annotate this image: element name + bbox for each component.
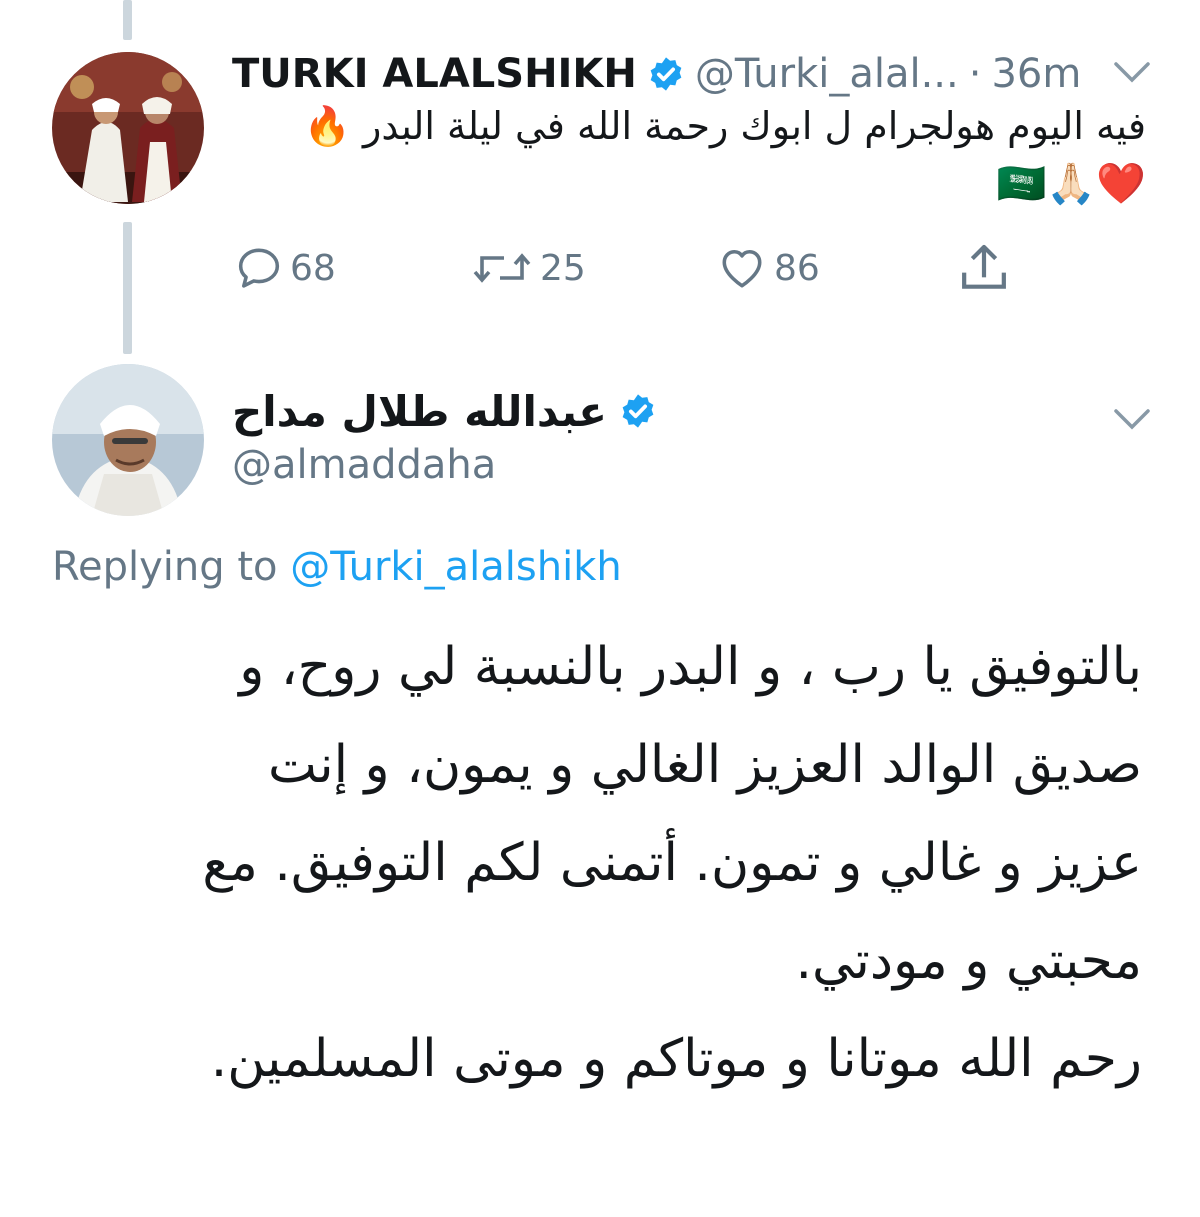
reply-text: بالتوفيق يا رب ، و البدر بالنسبة لي روح،… [92, 618, 1142, 1108]
chevron-down-icon[interactable] [1112, 405, 1152, 437]
reply-count: 68 [290, 247, 336, 289]
reply-author-handle[interactable]: @almaddaha [232, 442, 496, 488]
header-separator: · [968, 51, 982, 97]
replying-to: Replying to @Turki_alalshikh [52, 544, 622, 590]
share-action[interactable] [956, 240, 1018, 296]
verified-badge-icon [647, 55, 685, 93]
avatar-image [52, 52, 204, 204]
tweet-text: فيه اليوم هولجرام ل ابوك رحمة الله في لي… [303, 104, 1146, 148]
reply-author-row: عبدالله طلال مداح [232, 382, 657, 440]
retweet-action[interactable]: 25 [470, 240, 586, 296]
reply-text-line: عزيز و غالي و تمون. أتمنى لكم التوفيق. م… [202, 833, 1142, 893]
reply-text-line: رحم الله موتانا و موتاكم و موتى المسلمين… [210, 1029, 1142, 1089]
thread-line-top [123, 0, 132, 40]
reply-text-line: محبتي و مودتي. [795, 931, 1142, 991]
like-count: 86 [774, 247, 820, 289]
thread-line-middle [123, 222, 132, 354]
verified-badge-icon [619, 392, 657, 430]
retweet-icon [473, 253, 531, 283]
like-action[interactable]: 86 [716, 240, 820, 296]
tweet-time[interactable]: 36m [991, 51, 1081, 97]
reply-text-line: بالتوفيق يا رب ، و البدر بالنسبة لي روح،… [239, 637, 1142, 697]
reply-icon [238, 248, 280, 288]
reply-action[interactable]: 68 [234, 240, 336, 296]
heart-icon [722, 249, 762, 288]
avatar-image [52, 364, 204, 516]
reply-author-name[interactable]: عبدالله طلال مداح [232, 387, 607, 436]
chevron-down-icon[interactable] [1112, 58, 1152, 90]
share-icon [962, 244, 1006, 289]
tweet-header: TURKI ALALSHIKH @Turki_alal... · 36m [232, 46, 1081, 102]
author-name[interactable]: TURKI ALALSHIKH [232, 51, 637, 97]
author-handle[interactable]: @Turki_alal... [695, 51, 959, 97]
avatar-turki[interactable] [52, 52, 204, 204]
reply-text-line: صديق الوالد العزيز الغالي و يمون، و إنت [268, 735, 1142, 795]
retweet-count: 25 [540, 247, 586, 289]
tweet-emoji-line: ❤️🙏🏻🇸🇦 [996, 161, 1146, 207]
avatar-almaddaha[interactable] [52, 364, 204, 516]
replying-prefix: Replying to [52, 544, 278, 590]
replying-handle-link[interactable]: @Turki_alalshikh [290, 544, 622, 590]
